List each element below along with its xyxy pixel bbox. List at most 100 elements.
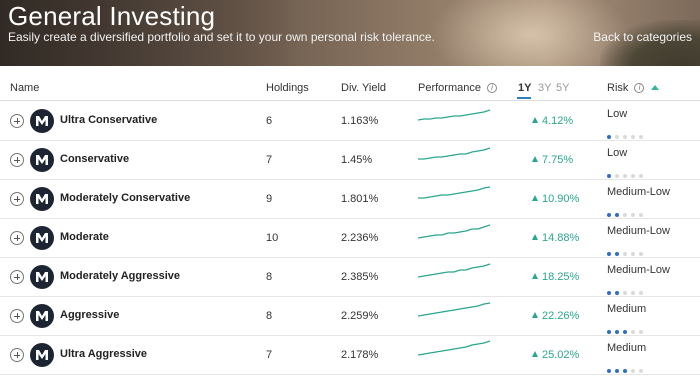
risk-level-label: Low <box>607 108 628 120</box>
risk-dot <box>623 369 627 373</box>
table-row[interactable]: Ultra Conservative 6 1.163% 4.12% Low <box>0 102 700 141</box>
risk-dot <box>623 291 627 295</box>
performance-value: 22.26% <box>532 310 579 322</box>
portfolio-logo-icon <box>30 187 54 211</box>
performance-percent: 14.88% <box>542 232 580 244</box>
risk-dot <box>631 135 635 139</box>
holdings-value: 6 <box>266 115 273 127</box>
risk-dot <box>639 174 643 178</box>
risk-dot <box>623 252 627 256</box>
add-portfolio-icon[interactable] <box>10 348 24 362</box>
holdings-value: 8 <box>266 271 273 283</box>
table-row[interactable]: Aggressive 8 2.259% 22.26% Medium <box>0 297 700 336</box>
risk-info-icon[interactable]: i <box>634 83 645 93</box>
portfolio-name[interactable]: Moderately Aggressive <box>60 270 180 282</box>
risk-dot <box>631 369 635 373</box>
column-risk-label: Risk <box>607 82 629 94</box>
performance-sparkline <box>418 302 491 317</box>
performance-sparkline <box>418 340 491 356</box>
table-header: Name Holdings Div. Yield Performance i 1… <box>0 76 700 101</box>
performance-percent: 7.75% <box>542 154 574 166</box>
risk-dot <box>623 135 627 139</box>
back-to-categories-link[interactable]: Back to categories <box>593 30 692 44</box>
portfolio-name[interactable]: Aggressive <box>60 309 119 321</box>
holdings-value: 7 <box>266 154 273 166</box>
trend-up-icon <box>532 195 538 201</box>
risk-dot <box>623 330 627 334</box>
performance-sparkline <box>418 186 491 199</box>
add-portfolio-icon[interactable] <box>10 114 24 128</box>
hero-banner: General Investing Easily create a divers… <box>0 0 700 66</box>
risk-dot <box>615 291 619 295</box>
sort-ascending-icon[interactable] <box>650 85 659 90</box>
column-risk[interactable]: Risk i <box>607 82 659 94</box>
portfolio-name[interactable]: Moderately Conservative <box>60 192 190 204</box>
risk-dot <box>631 213 635 217</box>
performance-percent: 4.12% <box>542 115 574 127</box>
div-yield-value: 1.163% <box>341 115 379 127</box>
period-1y-tab[interactable]: 1Y <box>518 82 531 94</box>
performance-value: 7.75% <box>532 154 573 166</box>
risk-dot <box>607 252 611 256</box>
column-holdings[interactable]: Holdings <box>266 82 309 94</box>
column-name[interactable]: Name <box>10 82 39 94</box>
column-div-yield[interactable]: Div. Yield <box>341 82 386 94</box>
add-portfolio-icon[interactable] <box>10 270 24 284</box>
div-yield-value: 2.178% <box>341 349 379 361</box>
table-row[interactable]: Moderate 10 2.236% 14.88% Medium-Low <box>0 219 700 258</box>
holdings-value: 7 <box>266 349 273 361</box>
risk-dot <box>607 174 611 178</box>
page-subtitle: Easily create a diversified portfolio an… <box>8 30 435 44</box>
risk-dot <box>607 291 611 295</box>
add-portfolio-icon[interactable] <box>10 309 24 323</box>
risk-level-label: Low <box>607 147 628 159</box>
portfolio-logo-icon <box>30 304 54 328</box>
risk-dot <box>607 369 611 373</box>
trend-up-icon <box>532 117 538 123</box>
period-5y-tab[interactable]: 5Y <box>556 82 569 94</box>
risk-dot <box>623 213 627 217</box>
table-row[interactable]: Moderately Aggressive 8 2.385% 18.25% Me… <box>0 258 700 297</box>
div-yield-value: 1.45% <box>341 154 373 166</box>
risk-dot <box>615 135 619 139</box>
performance-value: 4.12% <box>532 115 573 127</box>
performance-value: 25.02% <box>532 349 579 361</box>
performance-sparkline <box>418 147 491 160</box>
column-performance[interactable]: Performance i <box>418 82 498 94</box>
add-portfolio-icon[interactable] <box>10 192 24 206</box>
risk-dot <box>639 369 643 373</box>
div-yield-value: 1.801% <box>341 193 379 205</box>
trend-up-icon <box>532 351 538 357</box>
holdings-value: 10 <box>266 232 279 244</box>
portfolio-name[interactable]: Ultra Aggressive <box>60 348 147 360</box>
risk-dot <box>639 330 643 334</box>
portfolio-name[interactable]: Moderate <box>60 231 109 243</box>
table-row[interactable]: Conservative 7 1.45% 7.75% Low <box>0 141 700 180</box>
risk-level-indicator <box>607 360 647 378</box>
risk-level-label: Medium-Low <box>607 225 670 237</box>
risk-dot <box>631 291 635 295</box>
risk-dot <box>639 213 643 217</box>
portfolio-logo-icon <box>30 265 54 289</box>
portfolio-logo-icon <box>30 109 54 133</box>
portfolio-name[interactable]: Conservative <box>60 153 129 165</box>
period-3y-tab[interactable]: 3Y <box>538 82 551 94</box>
risk-dot <box>639 252 643 256</box>
table-row[interactable]: Ultra Aggressive 7 2.178% 25.02% Medium <box>0 336 700 375</box>
performance-info-icon[interactable]: i <box>487 83 498 93</box>
portfolio-name[interactable]: Ultra Conservative <box>60 114 157 126</box>
performance-value: 14.88% <box>532 232 579 244</box>
trend-up-icon <box>532 234 538 240</box>
holdings-value: 9 <box>266 193 273 205</box>
risk-dot <box>631 174 635 178</box>
table-row[interactable]: Moderately Conservative 9 1.801% 10.90% … <box>0 180 700 219</box>
performance-percent: 18.25% <box>542 271 580 283</box>
trend-up-icon <box>532 312 538 318</box>
risk-dot <box>615 330 619 334</box>
page-title: General Investing <box>8 1 216 31</box>
period-active-indicator <box>517 97 531 99</box>
add-portfolio-icon[interactable] <box>10 231 24 245</box>
performance-sparkline <box>418 263 491 278</box>
add-portfolio-icon[interactable] <box>10 153 24 167</box>
portfolio-logo-icon <box>30 148 54 172</box>
